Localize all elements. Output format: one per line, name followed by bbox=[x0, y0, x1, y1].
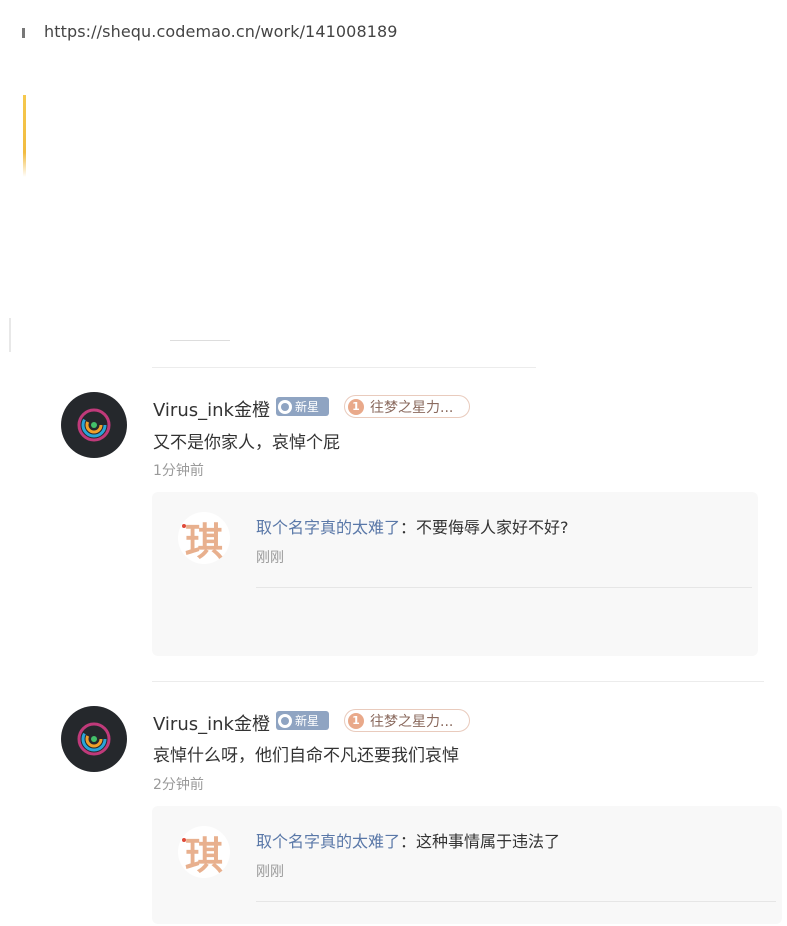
reply-time: 刚刚 bbox=[256, 550, 284, 566]
new-star-badge-label: 新星 bbox=[295, 714, 320, 728]
rank-badge[interactable]: 1 往梦之星力... bbox=[344, 709, 470, 732]
rank-badge-label: 往梦之星力... bbox=[370, 713, 454, 730]
reply-container: 琪 取个名字真的太难了：不要侮辱人家好不好? 刚刚 bbox=[152, 492, 758, 656]
avatar-dot-icon bbox=[182, 524, 186, 528]
avatar-swirl-icon bbox=[77, 722, 111, 756]
new-star-badge: 新星 bbox=[276, 397, 329, 416]
address-bar-url[interactable]: https://shequ.codemao.cn/work/141008189 bbox=[44, 22, 398, 41]
left-edge-gray-fragment bbox=[9, 318, 11, 352]
new-star-icon bbox=[278, 713, 292, 728]
rank-badge[interactable]: 1 往梦之星力... bbox=[344, 395, 470, 418]
reply-divider bbox=[256, 901, 776, 902]
reply-text: 不要侮辱人家好不好? bbox=[416, 518, 569, 537]
comment-divider bbox=[152, 681, 764, 682]
avatar-swirl-icon bbox=[77, 408, 111, 442]
avatar[interactable] bbox=[61, 706, 127, 772]
reply-line: 取个名字真的太难了：不要侮辱人家好不好? bbox=[256, 514, 569, 538]
comment-author[interactable]: Virus_ink金橙 bbox=[153, 396, 270, 422]
reply-separator: ： bbox=[400, 518, 417, 537]
reply-divider bbox=[256, 587, 752, 588]
comment-time: 2分钟前 bbox=[153, 777, 204, 793]
avatar[interactable] bbox=[61, 392, 127, 458]
comment-divider bbox=[152, 367, 536, 368]
reply-avatar[interactable]: 琪 bbox=[178, 826, 230, 878]
avatar-dot-icon bbox=[182, 838, 186, 842]
reply-avatar[interactable]: 琪 bbox=[178, 512, 230, 564]
reply-author[interactable]: 取个名字真的太难了 bbox=[256, 832, 400, 851]
reply-avatar-char: 琪 bbox=[184, 518, 223, 564]
new-star-badge-label: 新星 bbox=[295, 400, 320, 414]
left-edge-fragment bbox=[22, 28, 25, 38]
reply-text: 这种事情属于违法了 bbox=[416, 832, 561, 851]
new-star-icon bbox=[278, 399, 292, 414]
rank-number-icon: 1 bbox=[348, 398, 364, 415]
new-star-badge: 新星 bbox=[276, 711, 329, 730]
comment-content: 哀悼什么呀，他们自命不凡还要我们哀悼 bbox=[153, 746, 459, 766]
reply-author[interactable]: 取个名字真的太难了 bbox=[256, 518, 400, 537]
comment-content: 又不是你家人，哀悼个屁 bbox=[153, 433, 340, 453]
reply-container: 琪 取个名字真的太难了：这种事情属于违法了 刚刚 bbox=[152, 806, 782, 924]
reply-separator: ： bbox=[400, 832, 417, 851]
comment-author[interactable]: Virus_ink金橙 bbox=[153, 710, 270, 736]
rank-badge-label: 往梦之星力... bbox=[370, 399, 454, 416]
reply-line: 取个名字真的太难了：这种事情属于违法了 bbox=[256, 828, 560, 852]
comment-time: 1分钟前 bbox=[153, 463, 204, 479]
previous-section-underline bbox=[170, 340, 230, 341]
rank-number-icon: 1 bbox=[348, 712, 364, 729]
reply-time: 刚刚 bbox=[256, 864, 284, 880]
reply-avatar-char: 琪 bbox=[184, 832, 223, 878]
left-edge-yellow-fragment bbox=[23, 95, 26, 177]
